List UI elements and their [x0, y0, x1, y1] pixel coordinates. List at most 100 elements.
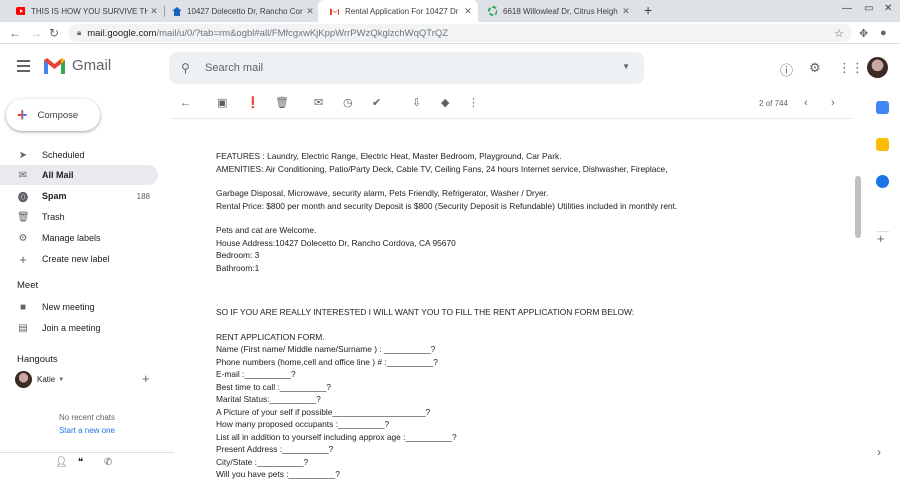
apps-grid-icon[interactable]: ⋮⋮ [838, 60, 864, 76]
hangouts-bottom-bar: 👤︎ ❝ ✆ [0, 452, 174, 474]
gmail-header: Gmail ⚲ Search mail ▼ ⓘ ⚙ ⋮⋮ [0, 45, 900, 89]
hangouts-heading: Hangouts [17, 354, 58, 365]
tasks-icon[interactable] [876, 175, 889, 188]
delete-icon[interactable]: 🗑︎ [275, 98, 289, 109]
body-line: A Picture of your self if possible______… [216, 406, 431, 417]
settings-gear-icon[interactable]: ⚙ [809, 60, 821, 76]
body-line: Will you have pets :__________? [216, 469, 340, 479]
new-meeting-item[interactable]: ■ New meeting [0, 297, 158, 317]
compose-button[interactable]: + Compose [6, 99, 100, 131]
older-chevron-icon[interactable]: › [831, 98, 835, 109]
spam-count: 188 [136, 191, 150, 201]
newer-chevron-icon[interactable]: ‹ [804, 98, 808, 109]
forward-icon[interactable]: → [30, 26, 42, 40]
body-line: Best time to call :__________? [216, 381, 332, 392]
minimize-icon[interactable]: — [842, 3, 852, 14]
sidebar-item-manage-labels[interactable]: ⚙ Manage labels [0, 228, 158, 248]
body-line: FEATURES : Laundry, Electric Range, Elec… [216, 151, 562, 161]
gear-icon: ⚙ [18, 232, 28, 244]
show-panel-chevron-icon[interactable]: › [877, 445, 881, 459]
close-tab-icon[interactable]: ✕ [620, 6, 632, 17]
archive-icon[interactable]: ▣ [217, 98, 227, 109]
hangouts-user-name: Katie [37, 375, 56, 384]
gmail-m-icon [44, 58, 65, 74]
sidebar-item-label: Trash [42, 212, 65, 222]
search-bar[interactable]: ⚲ Search mail ▼ [169, 52, 644, 84]
add-to-tasks-icon[interactable]: ✔ [372, 98, 381, 109]
search-icon[interactable]: ⚲ [181, 61, 190, 75]
sidebar-item-create-label[interactable]: + Create new label [0, 249, 158, 269]
compose-label: Compose [37, 109, 79, 121]
search-options-icon[interactable]: ▼ [622, 62, 630, 71]
mark-unread-icon[interactable]: ✉ [314, 98, 323, 109]
account-avatar[interactable] [867, 57, 888, 78]
browser-tab-4[interactable]: 6618 Willowleaf Dr, Citrus Heigh ✕ [476, 0, 636, 22]
profile-icon[interactable]: ● [880, 27, 887, 39]
message-toolbar: ← ▣ ❗ 🗑︎ ✉ ◷ ✔ ⇩ ◆ ⋮ 2 of 744 ‹ › [170, 89, 852, 119]
spam-icon: ⓿ [18, 192, 28, 204]
close-tab-icon[interactable]: ✕ [462, 6, 474, 17]
person-icon[interactable]: 👤︎ [55, 457, 68, 468]
sidebar-item-label: Create new label [42, 254, 110, 264]
sidebar-item-spam[interactable]: ⓿ Spam 188 [0, 186, 158, 206]
bookmark-star-icon[interactable]: ☆ [834, 27, 844, 40]
trash-icon: 🗑︎ [17, 211, 30, 223]
scrollbar-thumb[interactable] [855, 176, 861, 238]
sidebar-item-trash[interactable]: 🗑︎ Trash [0, 207, 158, 227]
message-scrollbar[interactable] [852, 119, 862, 474]
join-meeting-item[interactable]: ▤ Join a meeting [0, 318, 158, 338]
phone-icon[interactable]: ✆ [104, 457, 112, 468]
back-icon[interactable]: ← [9, 26, 21, 40]
browser-tab-1[interactable]: THIS IS HOW YOU SURVIVE THE ✕ [4, 0, 164, 22]
address-bar[interactable]: 🔒︎ mail.google.com/mail/u/0/?tab=rm&ogbl… [68, 24, 852, 42]
calendar-icon[interactable] [876, 101, 889, 114]
app-name: Gmail [72, 57, 112, 74]
body-line: Bedroom: 3 [216, 250, 260, 260]
body-line: List all in addition to yourself includi… [216, 431, 457, 442]
meet-item-label: Join a meeting [42, 323, 101, 333]
body-line: Name (First name/ Middle name/Surname ) … [216, 344, 436, 354]
house-icon [172, 6, 181, 16]
browser-tab-3[interactable]: Rental Application For 10427 Dr ✕ [318, 0, 478, 22]
body-line: Garbage Disposal, Microwave, security al… [216, 188, 549, 198]
move-to-icon[interactable]: ⇩ [412, 98, 421, 109]
maximize-icon[interactable]: ▭ [864, 3, 873, 14]
plus-icon: + [19, 251, 27, 267]
snooze-icon[interactable]: ◷ [343, 98, 353, 109]
close-tab-icon[interactable]: ✕ [304, 6, 316, 17]
hangouts-chat-icon[interactable]: ❝ [78, 457, 83, 468]
body-line: Pets and cat are Welcome. [216, 225, 317, 235]
tab-title: 10427 Dolecetto Dr, Rancho Cor [187, 6, 303, 16]
report-spam-icon[interactable]: ❗ [246, 98, 260, 109]
sidebar-item-scheduled[interactable]: ➤ Scheduled [0, 145, 158, 165]
avatar [15, 371, 32, 388]
add-contact-icon[interactable]: + [142, 371, 150, 386]
close-window-icon[interactable]: ✕ [884, 3, 892, 14]
reload-icon[interactable]: ↻ [49, 26, 59, 40]
search-input[interactable]: Search mail [205, 62, 263, 74]
scheduled-icon: ➤ [18, 149, 28, 161]
back-to-list-icon[interactable]: ← [180, 98, 191, 109]
more-options-icon[interactable]: ⋮ [468, 98, 479, 109]
extensions-icon[interactable]: ✥ [859, 27, 868, 40]
compose-plus-icon: + [17, 105, 28, 125]
browser-tab-2[interactable]: 10427 Dolecetto Dr, Rancho Cor ✕ [160, 0, 320, 22]
new-tab-icon[interactable]: + [644, 2, 652, 18]
meet-heading: Meet [17, 280, 39, 291]
url-host: mail.google.com [87, 27, 157, 39]
hangouts-user[interactable]: Katie ▼ [15, 371, 64, 388]
gmail-icon [330, 7, 339, 16]
start-new-chat-link[interactable]: Start a new one [0, 426, 174, 435]
gmail-logo[interactable]: Gmail [43, 57, 111, 74]
body-line: House Address:10427 Dolecetto Dr, Rancho… [216, 237, 456, 248]
body-line: Phone numbers (home,cell and office line… [216, 356, 438, 367]
help-icon[interactable]: ⓘ [780, 60, 793, 79]
sidebar-item-all-mail[interactable]: ✉ All Mail [0, 165, 158, 185]
url-path: /mail/u/0/?tab=rm&ogbl#all/FMfcgxwKjKppW… [156, 27, 449, 39]
close-tab-icon[interactable]: ✕ [148, 6, 160, 17]
main-menu-icon[interactable] [17, 60, 30, 75]
keep-icon[interactable] [876, 138, 889, 151]
label-icon[interactable]: ◆ [441, 98, 449, 109]
body-line: Bathroom:1 [216, 262, 260, 273]
get-addons-icon[interactable]: + [877, 231, 885, 246]
